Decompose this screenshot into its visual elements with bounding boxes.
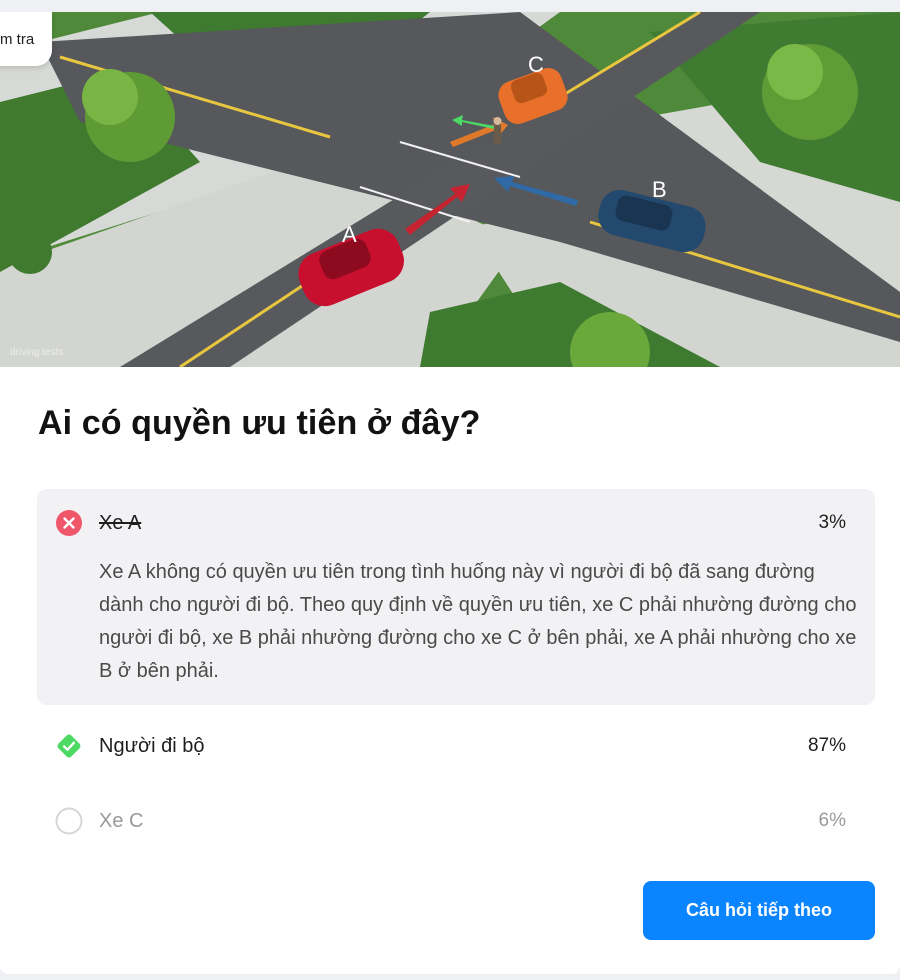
answer-option-label: Xe C [99, 809, 144, 832]
question-card: A B C driving tests m tra Ai có quyền ưu… [0, 12, 900, 974]
correct-answer-icon [55, 732, 83, 760]
section-tag-label: m tra [0, 30, 35, 48]
answer-option-percent: 3% [818, 512, 846, 533]
question-title: Ai có quyền ưu tiên ở đây? [38, 404, 481, 442]
section-tag: m tra [0, 12, 53, 66]
answer-option-row: Người đi bộ 87% [37, 712, 875, 780]
wrong-answer-icon [55, 509, 83, 537]
answer-option-xe-a[interactable]: Xe A 3% Xe A không có quyền ưu tiên tron… [37, 489, 875, 705]
answer-option-percent: 6% [818, 810, 846, 831]
car-label-c: C [528, 52, 544, 77]
radio-empty-icon [55, 807, 83, 835]
answer-option-xe-c[interactable]: Xe C 6% [37, 787, 875, 855]
car-label-b: B [652, 177, 667, 202]
car-label-a: A [342, 222, 357, 247]
pedestrian [493, 117, 502, 144]
next-question-button[interactable]: Câu hỏi tiếp theo [643, 881, 875, 940]
answer-option-nguoi-di-bo[interactable]: Người đi bộ 87% [37, 712, 875, 780]
answer-option-percent: 87% [807, 735, 846, 756]
answer-option-label: Người đi bộ [99, 734, 205, 757]
answer-option-row: Xe C 6% [37, 787, 875, 855]
answer-option-row: Xe A 3% [37, 489, 875, 557]
intersection-illustration: A B C driving tests [0, 12, 900, 367]
answer-explanation: Xe A không có quyền ưu tiên trong tình h… [99, 561, 857, 682]
watermark: driving tests [10, 347, 63, 358]
answer-option-label: Xe A [99, 511, 142, 534]
